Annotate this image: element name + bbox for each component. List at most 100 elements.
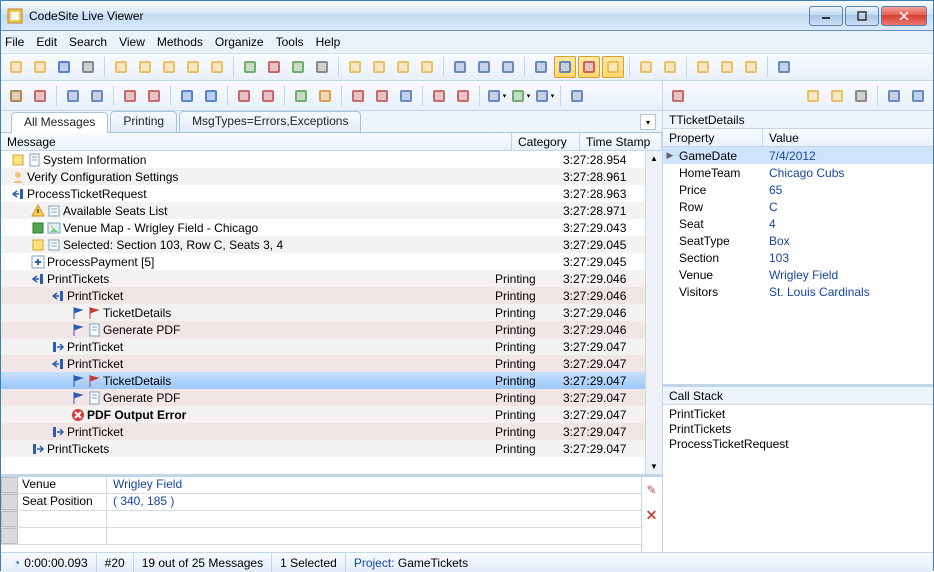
details-column-property[interactable]: Property — [663, 129, 763, 146]
bookmark-right-icon[interactable] — [158, 56, 180, 78]
callstack-line[interactable]: ProcessTicketRequest — [669, 437, 927, 452]
details-column-value[interactable]: Value — [763, 129, 933, 146]
message-row[interactable]: Selected: Section 103, Row C, Seats 3, 4… — [1, 236, 645, 253]
minimize-button[interactable] — [809, 6, 843, 26]
panel1-icon[interactable] — [883, 85, 905, 107]
tree3-icon[interactable] — [395, 85, 417, 107]
menu-organize[interactable]: Organize — [215, 35, 264, 49]
detail-row[interactable]: VenueWrigley Field — [663, 266, 933, 283]
scroll-down-icon[interactable]: ▼ — [647, 459, 662, 474]
message-row[interactable]: Verify Configuration Settings3:27:28.961 — [1, 168, 645, 185]
message-row[interactable]: Venue Map - Wrigley Field - Chicago3:27:… — [1, 219, 645, 236]
message-row[interactable]: TicketDetailsPrinting3:27:29.047 — [1, 372, 645, 389]
group-toolbar3-icon[interactable] — [392, 56, 414, 78]
save-icon[interactable] — [53, 56, 75, 78]
menu-methods[interactable]: Methods — [157, 35, 203, 49]
add-view-icon[interactable] — [239, 56, 261, 78]
bookmark-sun-icon[interactable] — [110, 56, 132, 78]
column-timestamp[interactable]: Time Stamp — [580, 133, 662, 150]
message-row[interactable]: PrintTicketPrinting3:27:29.047 — [1, 355, 645, 372]
pref3-icon[interactable] — [740, 56, 762, 78]
paint2-icon[interactable] — [428, 85, 450, 107]
open-icon[interactable] — [5, 56, 27, 78]
detail-row[interactable]: RowC — [663, 198, 933, 215]
menu-edit[interactable]: Edit — [36, 35, 57, 49]
callstack-line[interactable]: PrintTickets — [669, 422, 927, 437]
rprint-icon[interactable] — [850, 85, 872, 107]
detail-row[interactable]: ▶GameDate7/4/2012 — [663, 147, 933, 164]
detail-row[interactable]: VisitorsSt. Louis Cardinals — [663, 283, 933, 300]
panel2-icon[interactable] — [907, 85, 929, 107]
column-category[interactable]: Category — [512, 133, 580, 150]
message-scrollbar[interactable]: ▲ ▼ — [645, 151, 662, 474]
doc2-icon[interactable] — [86, 85, 108, 107]
output2-icon[interactable] — [659, 56, 681, 78]
callstack-line[interactable]: PrintTicket — [669, 407, 927, 422]
message-list[interactable]: System Information3:27:28.954Verify Conf… — [1, 151, 645, 474]
message-row[interactable]: Generate PDFPrinting3:27:29.047 — [1, 389, 645, 406]
list-icon[interactable] — [473, 56, 495, 78]
message-row[interactable]: ProcessPayment [5]3:27:29.045 — [1, 253, 645, 270]
tab-0[interactable]: All Messages — [11, 112, 108, 133]
obj-icon[interactable] — [667, 85, 689, 107]
dot-orange-icon[interactable] — [314, 85, 336, 107]
callstack-list[interactable]: PrintTicketPrintTicketsProcessTicketRequ… — [663, 405, 933, 552]
bookmark-target-icon[interactable] — [206, 56, 228, 78]
scroll-up-icon[interactable]: ▲ — [647, 151, 662, 166]
inspector-row[interactable]: VenueWrigley Field — [1, 477, 641, 494]
menu-help[interactable]: Help — [316, 35, 341, 49]
dd2-icon[interactable]: ▾ — [509, 85, 531, 107]
message-row[interactable]: Generate PDFPrinting3:27:29.046 — [1, 321, 645, 338]
menu-view[interactable]: View — [119, 35, 145, 49]
group-toolbar1-icon[interactable] — [344, 56, 366, 78]
tab-dropdown-icon[interactable]: ▾ — [640, 114, 656, 130]
detail-row[interactable]: SeatTypeBox — [663, 232, 933, 249]
diamond-icon[interactable] — [566, 85, 588, 107]
tab-1[interactable]: Printing — [110, 111, 177, 132]
circle-icon[interactable] — [5, 85, 27, 107]
detail-row[interactable]: Section103 — [663, 249, 933, 266]
help-icon[interactable] — [773, 56, 795, 78]
nav-prev-icon[interactable] — [200, 85, 222, 107]
message-row[interactable]: PrintTicketPrinting3:27:29.047 — [1, 423, 645, 440]
detail-row[interactable]: Seat4 — [663, 215, 933, 232]
delete-icon[interactable] — [143, 85, 165, 107]
detail-row[interactable]: Price65 — [663, 181, 933, 198]
link-icon[interactable] — [602, 56, 624, 78]
output1-icon[interactable] — [635, 56, 657, 78]
message-row[interactable]: ProcessTicketRequest3:27:28.963 — [1, 185, 645, 202]
paint-icon[interactable] — [119, 85, 141, 107]
detail-row[interactable]: HomeTeamChicago Cubs — [663, 164, 933, 181]
paint-tool-icon[interactable]: ✎ — [646, 483, 656, 497]
message-row[interactable]: PDF Output ErrorPrinting3:27:29.047 — [1, 406, 645, 423]
details-grid[interactable]: ▶GameDate7/4/2012HomeTeamChicago CubsPri… — [663, 147, 933, 387]
pref2-icon[interactable] — [716, 56, 738, 78]
tab-2[interactable]: MsgTypes=Errors,Exceptions — [179, 111, 361, 132]
menu-tools[interactable]: Tools — [276, 35, 304, 49]
tree2-icon[interactable] — [371, 85, 393, 107]
columns-icon[interactable] — [449, 56, 471, 78]
show-view-icon[interactable] — [287, 56, 309, 78]
message-row[interactable]: System Information3:27:28.954 — [1, 151, 645, 168]
flag-red-icon[interactable] — [29, 85, 51, 107]
filter-icon[interactable] — [578, 56, 600, 78]
pref1-icon[interactable] — [692, 56, 714, 78]
maximize-button[interactable] — [845, 6, 879, 26]
print-icon[interactable] — [77, 56, 99, 78]
column-message[interactable]: Message — [1, 133, 512, 150]
close-button[interactable] — [881, 6, 927, 26]
group-toolbar4-icon[interactable] — [416, 56, 438, 78]
panel-icon[interactable] — [530, 56, 552, 78]
bookmark-left-icon[interactable] — [182, 56, 204, 78]
doc1-icon[interactable] — [62, 85, 84, 107]
menu-file[interactable]: File — [5, 35, 24, 49]
bookmark-icon[interactable] — [134, 56, 156, 78]
message-row[interactable]: PrintTicketPrinting3:27:29.046 — [1, 287, 645, 304]
message-row[interactable]: Available Seats List3:27:28.971 — [1, 202, 645, 219]
find-icon[interactable] — [554, 56, 576, 78]
expand-icon[interactable] — [257, 85, 279, 107]
group-toolbar2-icon[interactable] — [368, 56, 390, 78]
menu-search[interactable]: Search — [69, 35, 107, 49]
copy2-icon[interactable] — [826, 85, 848, 107]
dd1-icon[interactable]: ▾ — [485, 85, 507, 107]
